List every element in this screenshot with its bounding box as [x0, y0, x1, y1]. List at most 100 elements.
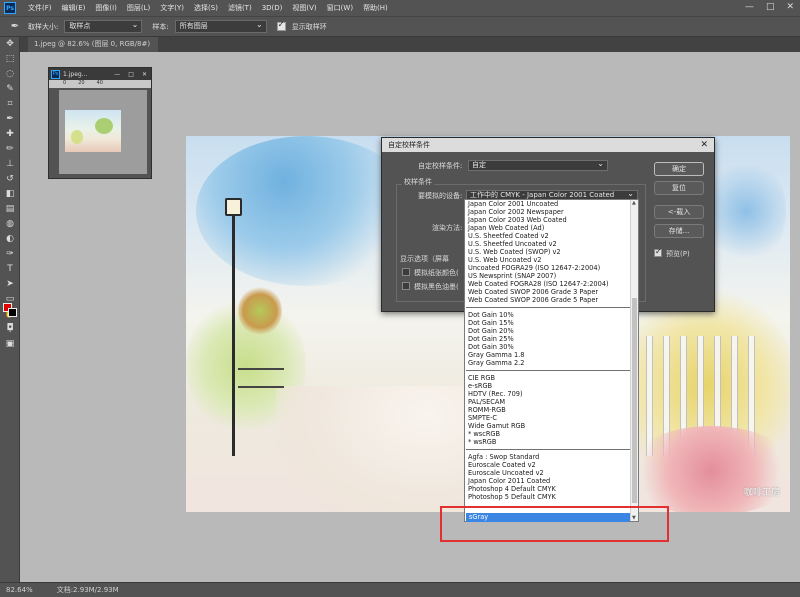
path-select-tool-icon[interactable]: ➤ — [0, 277, 20, 292]
blur-tool-icon[interactable]: ◍ — [0, 217, 20, 232]
list-item[interactable]: Web Coated SWOP 2006 Grade 5 Paper — [465, 296, 638, 304]
list-item[interactable]: * wsRGB — [465, 438, 638, 446]
scrollbar-thumb[interactable] — [632, 298, 637, 503]
list-item[interactable]: HDTV (Rec. 709) — [465, 390, 638, 398]
list-item[interactable]: U.S. Web Uncoated v2 — [465, 256, 638, 264]
list-item[interactable]: Dot Gain 10% — [465, 311, 638, 319]
zoom-level[interactable]: 82.64% — [6, 586, 33, 594]
dialog-titlebar[interactable]: 自定校样条件 ✕ — [382, 138, 714, 152]
list-item[interactable]: Uncoated FOGRA29 (ISO 12647-2:2004) — [465, 264, 638, 272]
window-controls: — □ ✕ — [745, 2, 794, 12]
quick-mask-icon[interactable]: ◘ — [0, 321, 20, 336]
list-item[interactable]: Japan Web Coated (Ad) — [465, 224, 638, 232]
lasso-tool-icon[interactable]: ◌ — [0, 67, 20, 82]
menu-edit[interactable]: 编辑(E) — [62, 3, 86, 13]
list-item[interactable]: Gray Gamma 1.8 — [465, 351, 638, 359]
list-item[interactable]: Photoshop 4 Default CMYK — [465, 485, 638, 493]
brush-tool-icon[interactable]: ✏ — [0, 142, 20, 157]
move-tool-icon[interactable]: ✥ — [0, 37, 20, 52]
list-item[interactable]: Japan Color 2011 Coated — [465, 477, 638, 485]
scroll-up-icon[interactable]: ▲ — [632, 200, 636, 206]
list-item[interactable]: U.S. Sheetfed Uncoated v2 — [465, 240, 638, 248]
eyedropper-icon[interactable]: ✒ — [8, 20, 22, 34]
list-item[interactable]: U.S. Sheetfed Coated v2 — [465, 232, 638, 240]
menu-file[interactable]: 文件(F) — [28, 3, 52, 13]
background-color-swatch[interactable] — [8, 308, 17, 317]
device-dropdown-list[interactable]: Japan Color 2001 Uncoated Japan Color 200… — [464, 199, 639, 522]
menu-3d[interactable]: 3D(D) — [262, 4, 283, 12]
preview-checkbox[interactable] — [654, 247, 662, 257]
eraser-tool-icon[interactable]: ◧ — [0, 187, 20, 202]
marquee-tool-icon[interactable]: ⬚ — [0, 52, 20, 67]
menu-image[interactable]: 图像(I) — [95, 3, 117, 13]
list-item[interactable]: Japan Color 2002 Newspaper — [465, 208, 638, 216]
list-item[interactable]: Euroscale Uncoated v2 — [465, 469, 638, 477]
pen-tool-icon[interactable]: ✑ — [0, 247, 20, 262]
lamp-post — [232, 206, 235, 456]
list-item[interactable]: e-sRGB — [465, 382, 638, 390]
list-item[interactable]: SMPTE-C — [465, 414, 638, 422]
close-icon[interactable]: ✕ — [786, 2, 794, 12]
quick-select-tool-icon[interactable]: ✎ — [0, 82, 20, 97]
floating-close-icon[interactable]: ✕ — [142, 71, 147, 78]
save-button[interactable]: 存储... — [654, 224, 704, 238]
list-item[interactable]: ROMM-RGB — [465, 406, 638, 414]
maximize-icon[interactable]: □ — [766, 2, 775, 12]
history-brush-icon[interactable]: ↺ — [0, 172, 20, 187]
list-item[interactable]: Web Coated SWOP 2006 Grade 3 Paper — [465, 288, 638, 296]
list-item[interactable]: Japan Color 2003 Web Coated — [465, 216, 638, 224]
custom-condition-select[interactable]: 自定 — [468, 159, 608, 171]
menu-type[interactable]: 文字(Y) — [160, 3, 184, 13]
list-item[interactable]: PAL/SECAM — [465, 398, 638, 406]
list-item[interactable]: Dot Gain 20% — [465, 327, 638, 335]
sample-select[interactable]: 所有图层 — [174, 19, 267, 33]
list-item[interactable]: Dot Gain 15% — [465, 319, 638, 327]
list-item[interactable]: US Newsprint (SNAP 2007) — [465, 272, 638, 280]
floating-window-titlebar[interactable]: Ps 1.jpeg... — □ ✕ — [49, 68, 151, 80]
menu-window[interactable]: 窗口(W) — [327, 3, 353, 13]
profile-group-other: Agfa : Swop Standard Euroscale Coated v2 E… — [465, 453, 638, 501]
watermark: 咖啡工房 — [743, 488, 780, 498]
gradient-tool-icon[interactable]: ▤ — [0, 202, 20, 217]
list-item[interactable]: * wscRGB — [465, 430, 638, 438]
dialog-close-icon[interactable]: ✕ — [700, 138, 708, 152]
load-button[interactable]: <-载入 — [654, 205, 704, 219]
list-item[interactable]: Web Coated FOGRA28 (ISO 12647-2:2004) — [465, 280, 638, 288]
menu-filter[interactable]: 滤镜(T) — [228, 3, 252, 13]
reset-button[interactable]: 复位 — [654, 181, 704, 195]
crop-tool-icon[interactable]: ⌗ — [0, 97, 20, 112]
ok-button[interactable]: 确定 — [654, 162, 704, 176]
floating-canvas — [59, 90, 147, 174]
list-item[interactable]: Photoshop 5 Default CMYK — [465, 493, 638, 501]
list-item[interactable]: Wide Gamut RGB — [465, 422, 638, 430]
menu-help[interactable]: 帮助(H) — [363, 3, 388, 13]
list-item[interactable]: U.S. Web Coated (SWOP) v2 — [465, 248, 638, 256]
list-item[interactable]: Dot Gain 25% — [465, 335, 638, 343]
list-item[interactable]: Euroscale Coated v2 — [465, 461, 638, 469]
stamp-tool-icon[interactable]: ⊥ — [0, 157, 20, 172]
floating-maximize-icon[interactable]: □ — [128, 71, 134, 78]
eyedropper-tool-icon[interactable]: ✒ — [0, 112, 20, 127]
list-item[interactable]: Gray Gamma 2.2 — [465, 359, 638, 367]
profile-group-rgb: CIE RGB e-sRGB HDTV (Rec. 709) PAL/SECAM ROM… — [465, 374, 638, 446]
floating-document-window[interactable]: Ps 1.jpeg... — □ ✕ 0 20 40 — [48, 67, 152, 179]
dropdown-scrollbar[interactable]: ▲ ▼ — [630, 200, 638, 521]
minimize-icon[interactable]: — — [745, 2, 754, 12]
menu-layer[interactable]: 图层(L) — [127, 3, 150, 13]
dodge-tool-icon[interactable]: ◐ — [0, 232, 20, 247]
screen-mode-icon[interactable]: ▣ — [0, 337, 20, 352]
menu-select[interactable]: 选择(S) — [194, 3, 218, 13]
list-item[interactable]: Japan Color 2001 Uncoated — [465, 200, 638, 208]
healing-tool-icon[interactable]: ✚ — [0, 127, 20, 142]
sample-size-select[interactable]: 取样点 — [64, 19, 143, 33]
document-tab[interactable]: 1.jpeg @ 82.6% (图层 0, RGB/8#) *× — [28, 37, 158, 63]
list-item[interactable]: Dot Gain 30% — [465, 343, 638, 351]
menu-view[interactable]: 视图(V) — [292, 3, 316, 13]
show-sampling-ring-checkbox[interactable] — [276, 20, 286, 31]
list-item[interactable]: CIE RGB — [465, 374, 638, 382]
simulate-paper-color-checkbox[interactable] — [402, 268, 410, 276]
list-item[interactable]: Agfa : Swop Standard — [465, 453, 638, 461]
floating-minimize-icon[interactable]: — — [114, 71, 120, 78]
simulate-black-ink-checkbox[interactable] — [402, 282, 410, 290]
type-tool-icon[interactable]: T — [0, 262, 20, 277]
